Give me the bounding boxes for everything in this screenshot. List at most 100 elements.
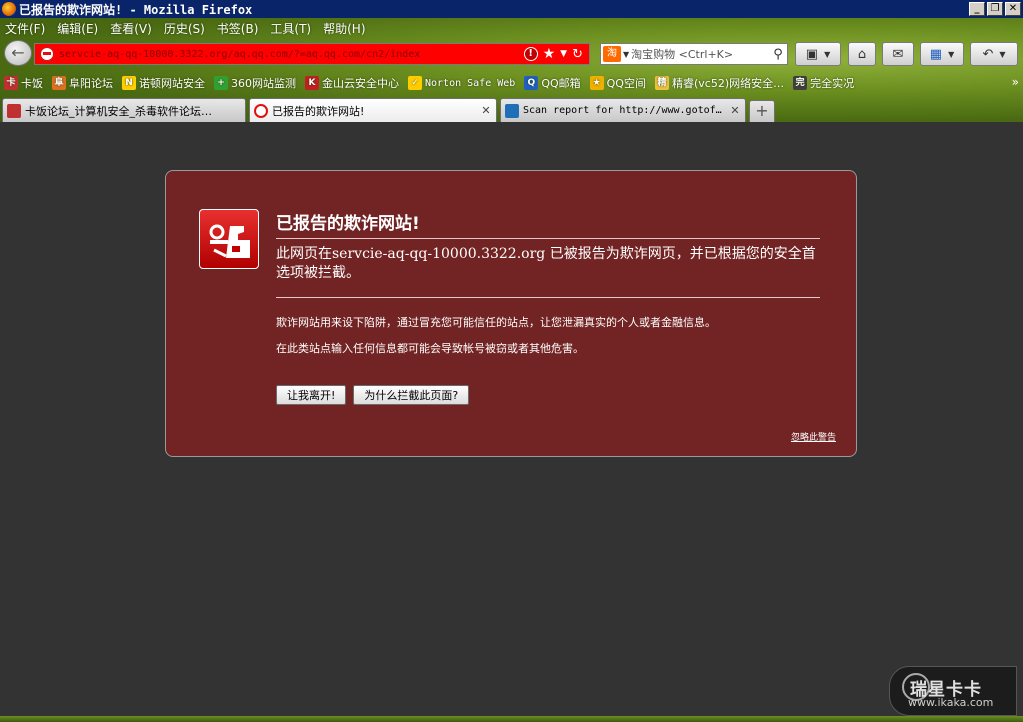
- search-box[interactable]: 淘 ▼ 淘宝购物 <Ctrl+K> ⚲: [600, 43, 788, 65]
- bookmark-item[interactable]: K 金山云安全中心: [305, 75, 399, 91]
- bookmarks-toolbar: 卡卡饭阜阜阳论坛 N 诺顿网站安全 +360网站监测 K 金山云安全中心 ✓ Norton S…: [0, 72, 1023, 94]
- back-arrow-icon: ←: [11, 43, 25, 62]
- bookmark-label: QQ空间: [606, 77, 646, 90]
- menu-view[interactable]: 查看(V): [105, 20, 159, 37]
- bookmark-item[interactable]: +360网站监测: [214, 75, 296, 91]
- tab-label: Scan report for http://www.gotof…: [523, 105, 722, 116]
- why-blocked-button[interactable]: 为什么拦截此页面?: [353, 385, 470, 405]
- pes-icon: 完: [793, 76, 808, 90]
- kafan-icon: 卡: [4, 76, 18, 90]
- blocked-site-icon: [39, 46, 55, 62]
- bookmark-label: 精睿(vc52)网络安全…: [671, 77, 785, 90]
- bookmark-label: 卡饭: [21, 77, 43, 90]
- undo-arrow-icon: ↶: [982, 46, 994, 62]
- menu-bookmarks[interactable]: 书签(B): [212, 20, 266, 37]
- screenshot-button[interactable]: ▣ ▼: [795, 42, 841, 66]
- minimize-button[interactable]: _: [969, 2, 985, 16]
- undo-close-button[interactable]: ↶ ▼: [970, 42, 1018, 66]
- bookmark-label: 阜阳论坛: [69, 77, 113, 90]
- error-short-description: 此网页在servcie-aq-qq-10000.3322.org 已被报告为欺诈…: [276, 245, 820, 283]
- page-content: 已报告的欺诈网站! 此网页在servcie-aq-qq-10000.3322.o…: [0, 122, 1023, 716]
- search-input[interactable]: 淘宝购物 <Ctrl+K>: [631, 46, 769, 62]
- error-title: 已报告的欺诈网站!: [276, 209, 820, 239]
- tab-label: 卡饭论坛_计算机安全_杀毒软件论坛…: [25, 104, 212, 118]
- window-titlebar: 已报告的欺诈网站! - Mozilla Firefox _ ❐ ✕: [0, 0, 1023, 18]
- bookmark-label: 完全实况: [810, 77, 855, 90]
- screenshot-dropdown-icon: ▼: [824, 49, 831, 59]
- engine-dropdown-icon[interactable]: ▼: [623, 50, 629, 59]
- new-tab-button[interactable]: +: [749, 100, 775, 122]
- url-input[interactable]: servcie-aq-qq-10000.3322.org/aq.qq.com/?…: [59, 49, 524, 60]
- mail-icon: ✉: [892, 46, 904, 62]
- tab-fraud-warning[interactable]: 已报告的欺诈网站! ✕: [249, 98, 497, 122]
- bookmark-item[interactable]: 卡卡饭: [4, 75, 43, 91]
- get-me-out-button[interactable]: 让我离开!: [276, 385, 347, 405]
- bookmark-label: QQ邮箱: [541, 77, 581, 90]
- bookmark-item[interactable]: 精精睿(vc52)网络安全…: [654, 75, 785, 91]
- scan-report-tab-icon: [505, 103, 519, 118]
- watermark-site: www.ikaka.com: [908, 696, 994, 709]
- restore-button[interactable]: ❐: [987, 2, 1003, 16]
- error-long-description: 欺诈网站用来设下陷阱，通过冒充您可能信任的站点，让您泄漏真实的个人或者金融信息。…: [276, 315, 786, 367]
- menu-file[interactable]: 文件(F): [0, 20, 52, 37]
- bookmark-label: 360网站监测: [231, 77, 296, 90]
- short-desc-prefix: 此网页在: [276, 246, 332, 262]
- qqmail-icon: Q: [524, 76, 539, 90]
- mail-button[interactable]: ✉: [882, 42, 914, 66]
- url-dropdown-icon[interactable]: ▼: [560, 49, 567, 59]
- menu-history[interactable]: 历史(S): [159, 20, 212, 37]
- reload-icon[interactable]: ↻: [572, 47, 583, 62]
- norton-check-icon: ✓: [408, 76, 422, 90]
- bookmark-item[interactable]: 完完全实况: [793, 75, 854, 91]
- bookmark-star-icon[interactable]: ★: [543, 46, 556, 62]
- tab-close-icon[interactable]: ✕: [729, 104, 741, 117]
- tab-kafan[interactable]: 卡饭论坛_计算机安全_杀毒软件论坛…: [2, 98, 246, 122]
- plus-icon: +: [755, 101, 769, 120]
- ignore-warning-link[interactable]: 忽略此警告: [791, 430, 836, 443]
- long-desc-paragraph-1: 欺诈网站用来设下陷阱，通过冒充您可能信任的站点，让您泄漏真实的个人或者金融信息。: [276, 316, 716, 329]
- crop-tool-icon: ▣: [805, 46, 819, 62]
- bottom-border: [0, 716, 1023, 722]
- kafan-tab-icon: [7, 103, 21, 118]
- bookmark-item[interactable]: N 诺顿网站安全: [122, 75, 205, 91]
- blocked-tab-icon: [254, 103, 268, 118]
- blocked-site-name: servcie-aq-qq-10000.3322.org: [332, 246, 546, 262]
- url-bar-actions: ! ★ ▼ ↻: [523, 46, 583, 62]
- taobao-engine-icon[interactable]: 淘: [603, 46, 621, 62]
- 360-icon: +: [214, 76, 228, 90]
- home-button[interactable]: ⌂: [848, 42, 876, 66]
- undo-dropdown-icon: ▼: [999, 49, 1006, 59]
- tab-strip: 卡饭论坛_计算机安全_杀毒软件论坛… 已报告的欺诈网站! ✕ Scan repo…: [0, 98, 1023, 122]
- bookmark-label: 金山云安全中心: [322, 77, 399, 90]
- long-desc-paragraph-2: 在此类站点输入任何信息都可能会导致帐号被窃或者其他危害。: [276, 342, 584, 355]
- bookmark-item[interactable]: 阜阜阳论坛: [52, 75, 113, 91]
- tab-label: 已报告的欺诈网站!: [272, 104, 365, 118]
- browser-chrome: 文件(F) 编辑(E) 查看(V) 历史(S) 书签(B) 工具(T) 帮助(H…: [0, 18, 1023, 122]
- url-bar[interactable]: servcie-aq-qq-10000.3322.org/aq.qq.com/?…: [34, 43, 590, 65]
- menu-edit[interactable]: 编辑(E): [52, 20, 105, 37]
- close-button[interactable]: ✕: [1005, 2, 1021, 16]
- tab-scan-report[interactable]: Scan report for http://www.gotof… ✕: [500, 98, 746, 122]
- search-magnifier-icon[interactable]: ⚲: [769, 47, 787, 62]
- bookmarks-overflow-icon[interactable]: »: [1012, 75, 1019, 89]
- menu-bar: 文件(F) 编辑(E) 查看(V) 历史(S) 书签(B) 工具(T) 帮助(H…: [0, 18, 1023, 38]
- kingsoft-icon: K: [305, 76, 319, 90]
- addons-button[interactable]: ▦ ▼: [920, 42, 964, 66]
- bookmark-label: Norton Safe Web: [425, 77, 516, 89]
- home-icon: ⌂: [857, 46, 867, 62]
- puzzle-grid-icon: ▦: [929, 46, 943, 62]
- tab-close-icon[interactable]: ✕: [480, 104, 492, 117]
- window-controls: _ ❐ ✕: [969, 2, 1021, 16]
- menu-help[interactable]: 帮助(H): [318, 20, 372, 37]
- back-button[interactable]: ←: [4, 40, 32, 66]
- window-title: 已报告的欺诈网站! - Mozilla Firefox: [19, 2, 253, 17]
- bookmark-item[interactable]: Q QQ邮箱: [524, 75, 581, 91]
- menu-tools[interactable]: 工具(T): [265, 20, 318, 37]
- bookmark-item[interactable]: ✓ Norton Safe Web: [408, 76, 515, 90]
- bookmark-item[interactable]: ★ QQ空间: [589, 75, 646, 91]
- warning-icon[interactable]: !: [523, 47, 538, 61]
- error-divider: [276, 297, 820, 298]
- ikaka-watermark: 瑞星卡卡 www.ikaka.com: [889, 666, 1017, 716]
- fraud-warning-box: 已报告的欺诈网站! 此网页在servcie-aq-qq-10000.3322.o…: [165, 170, 857, 457]
- error-buttons: 让我离开! 为什么拦截此页面?: [276, 385, 470, 405]
